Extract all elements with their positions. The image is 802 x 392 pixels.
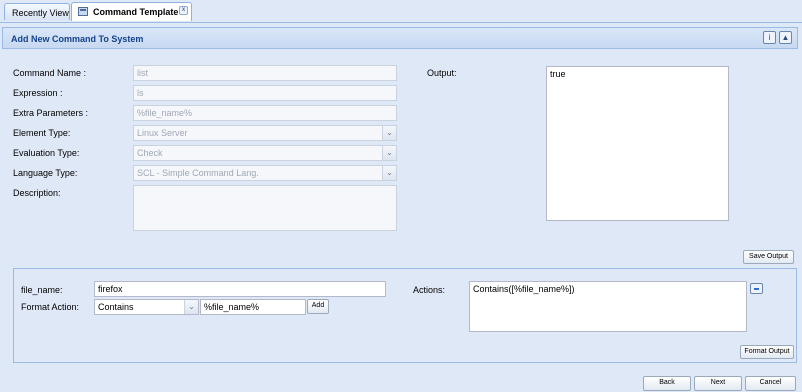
format-output-button[interactable]: Format Output <box>740 345 794 359</box>
chevron-down-icon[interactable]: ⌄ <box>382 146 396 160</box>
remove-icon[interactable] <box>750 283 763 294</box>
help-icon[interactable]: i <box>763 31 776 44</box>
command-name-field[interactable]: list <box>133 65 397 81</box>
expression-label: Expression : <box>13 88 63 98</box>
cancel-button[interactable]: Cancel <box>745 376 796 391</box>
output-textarea[interactable]: true <box>546 66 729 221</box>
language-type-value: SCL - Simple Command Lang. <box>137 168 259 178</box>
back-button[interactable]: Back <box>643 376 691 391</box>
language-type-label: Language Type: <box>13 168 78 178</box>
element-type-select[interactable]: Linux Server ⌄ <box>133 125 397 141</box>
element-type-value: Linux Server <box>137 128 188 138</box>
element-type-label: Element Type: <box>13 128 71 138</box>
evaluation-type-value: Check <box>137 148 163 158</box>
file-name-field[interactable]: firefox <box>94 281 386 297</box>
language-type-select[interactable]: SCL - Simple Command Lang. ⌄ <box>133 165 397 181</box>
next-button[interactable]: Next <box>694 376 742 391</box>
tab-label: Recently View <box>12 8 69 18</box>
tab-label: Command Template <box>93 7 179 17</box>
collapse-up-icon[interactable]: ▲ <box>779 31 792 44</box>
actions-textarea[interactable]: Contains([%file_name%]) <box>469 281 747 332</box>
tab-bar: Recently View Command Template x <box>0 0 802 23</box>
tab-recently-view[interactable]: Recently View <box>4 3 70 20</box>
format-action-value: Contains <box>98 302 134 312</box>
extra-parameters-field[interactable]: %file_name% <box>133 105 397 121</box>
format-action-label: Format Action: <box>21 302 80 312</box>
chevron-down-icon[interactable]: ⌄ <box>382 166 396 180</box>
file-name-label: file_name: <box>21 285 63 295</box>
actions-label: Actions: <box>413 285 446 295</box>
format-parameter-field[interactable]: %file_name% <box>200 299 306 315</box>
expression-field[interactable]: ls <box>133 85 397 101</box>
save-output-button[interactable]: Save Output <box>743 250 794 264</box>
evaluation-type-label: Evaluation Type: <box>13 148 80 158</box>
extra-parameters-label: Extra Parameters : <box>13 108 89 118</box>
command-name-label: Command Name : <box>13 68 87 78</box>
description-textarea[interactable] <box>133 185 397 231</box>
output-label: Output: <box>427 68 457 78</box>
close-icon[interactable]: x <box>179 6 188 15</box>
tab-command-template[interactable]: Command Template x <box>71 2 192 21</box>
add-button[interactable]: Add <box>307 299 329 314</box>
evaluation-type-select[interactable]: Check ⌄ <box>133 145 397 161</box>
format-action-select[interactable]: Contains ⌄ <box>94 299 199 315</box>
window-icon <box>78 7 88 16</box>
chevron-down-icon[interactable]: ⌄ <box>184 300 198 314</box>
panel-header: Add New Command To System i ▲ <box>2 27 798 49</box>
chevron-down-icon[interactable]: ⌄ <box>382 126 396 140</box>
description-label: Description: <box>13 188 61 198</box>
panel-title: Add New Command To System <box>11 34 144 44</box>
